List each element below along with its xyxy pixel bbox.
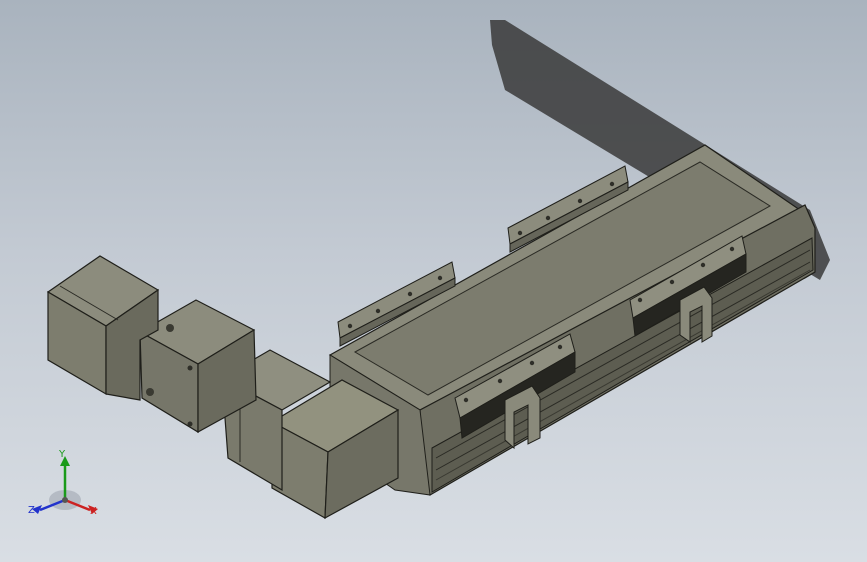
orientation-triad[interactable]: Y Z X bbox=[26, 448, 104, 526]
triad-x-label: X bbox=[90, 506, 97, 517]
cad-viewport[interactable]: Y Z X bbox=[0, 0, 867, 562]
triad-z-label: Z bbox=[28, 505, 35, 516]
cad-model-view[interactable] bbox=[0, 0, 867, 562]
triad-y-label: Y bbox=[59, 449, 66, 460]
